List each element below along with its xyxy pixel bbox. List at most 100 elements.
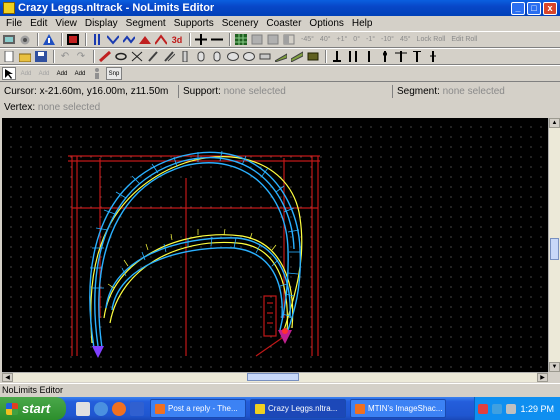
menu-supports[interactable]: Supports <box>170 18 218 29</box>
extrude-icon-2[interactable] <box>162 50 176 63</box>
add-support-button-4[interactable]: Add <box>72 67 88 80</box>
menu-view[interactable]: View <box>51 18 81 29</box>
bank-angle-0[interactable]: -45° <box>301 36 314 43</box>
track-hill-icon[interactable] <box>154 33 168 46</box>
half-square-icon[interactable] <box>282 33 296 46</box>
snap-button[interactable]: Snp <box>106 67 122 80</box>
menu-edit[interactable]: Edit <box>26 18 51 29</box>
undo-icon[interactable]: ↶ <box>58 50 72 63</box>
vertex-label: Vertex: <box>4 102 36 113</box>
scissors-icon[interactable] <box>130 50 144 63</box>
vertical-scrollbar[interactable]: ▲ ▼ <box>548 118 560 372</box>
extrude-icon[interactable] <box>146 50 160 63</box>
support-icon-2[interactable] <box>346 50 360 63</box>
new-icon[interactable] <box>2 50 16 63</box>
lock-roll-button[interactable]: Lock Roll <box>417 36 446 43</box>
ramp-icon-2[interactable] <box>290 50 304 63</box>
add-support-button-3[interactable]: Add <box>54 67 70 80</box>
grid-icon[interactable] <box>234 33 248 46</box>
select-cursor-icon[interactable] <box>2 67 16 80</box>
three-d-button[interactable]: 3d <box>170 33 184 46</box>
bank-angle-4[interactable]: -1° <box>366 36 375 43</box>
track-dip-icon[interactable] <box>106 33 120 46</box>
track-viewport[interactable] <box>2 118 548 372</box>
person-icon[interactable] <box>90 67 104 80</box>
security-icon[interactable] <box>478 403 489 414</box>
horizontal-scroll-thumb[interactable] <box>247 373 299 381</box>
triangle-icon[interactable] <box>42 33 56 46</box>
add-support-button-1[interactable]: Add <box>18 67 34 80</box>
track-drawing[interactable] <box>2 118 548 372</box>
support-icon-4[interactable] <box>378 50 392 63</box>
support-icon-7[interactable] <box>426 50 440 63</box>
column-icon[interactable] <box>178 50 192 63</box>
cylinder-icon[interactable] <box>194 50 208 63</box>
redo-icon[interactable]: ↷ <box>74 50 88 63</box>
nolimits-icon <box>255 403 265 414</box>
vertical-scroll-thumb[interactable] <box>550 238 559 260</box>
bank-angle-1[interactable]: 40° <box>320 36 331 43</box>
firefox-icon[interactable] <box>112 401 126 416</box>
track-straight-icon[interactable] <box>90 33 104 46</box>
scroll-up-arrow[interactable]: ▲ <box>549 118 560 128</box>
task-button-nolimits[interactable]: Crazy Leggs.nltra... <box>250 399 346 418</box>
show-desktop-icon[interactable] <box>130 401 144 416</box>
toolbar-mode: Add Add Add Add Snp <box>0 65 560 82</box>
square-icon[interactable] <box>250 33 264 46</box>
close-button[interactable]: x <box>543 1 557 15</box>
task-button-post-reply[interactable]: Post a reply - The... <box>150 399 246 418</box>
start-button[interactable]: start <box>0 397 66 420</box>
remove-node-icon[interactable] <box>210 33 224 46</box>
ramp-icon[interactable] <box>274 50 288 63</box>
bank-angle-2[interactable]: +1° <box>337 36 348 43</box>
task-button-imageshack[interactable]: MTIN's ImageShac... <box>350 399 446 418</box>
photo-icon[interactable] <box>2 33 16 46</box>
support-icon-6[interactable] <box>410 50 424 63</box>
support-status: Support: none selected <box>178 85 392 98</box>
support-icon-3[interactable] <box>362 50 376 63</box>
menu-display[interactable]: Display <box>81 18 122 29</box>
pencil-icon[interactable] <box>98 50 112 63</box>
save-icon[interactable] <box>34 50 48 63</box>
disc-icon-2[interactable] <box>242 50 256 63</box>
scroll-right-arrow[interactable]: ▶ <box>537 373 548 382</box>
square-icon-2[interactable] <box>266 33 280 46</box>
menu-coaster[interactable]: Coaster <box>262 18 305 29</box>
support-icon[interactable] <box>330 50 344 63</box>
link-icon[interactable] <box>114 50 128 63</box>
toolbar-separator <box>325 50 327 63</box>
help-icon[interactable] <box>76 401 90 416</box>
menu-help[interactable]: Help <box>348 18 377 29</box>
network-icon[interactable] <box>492 403 503 414</box>
menu-segment[interactable]: Segment <box>122 18 170 29</box>
internet-explorer-icon[interactable] <box>94 401 108 416</box>
menu-scenery[interactable]: Scenery <box>218 18 263 29</box>
track-wave-icon[interactable] <box>122 33 136 46</box>
scroll-down-arrow[interactable]: ▼ <box>549 362 560 372</box>
disc-icon[interactable] <box>226 50 240 63</box>
bank-angle-5[interactable]: -10° <box>381 36 394 43</box>
track-bank-icon[interactable] <box>138 33 152 46</box>
support-icon-5[interactable] <box>394 50 408 63</box>
minimize-button[interactable]: _ <box>511 1 525 15</box>
scroll-left-arrow[interactable]: ◀ <box>2 373 13 382</box>
menu-options[interactable]: Options <box>305 18 347 29</box>
menu-file[interactable]: File <box>2 18 26 29</box>
track-rails-blue <box>89 151 302 349</box>
add-support-button-2[interactable]: Add <box>36 67 52 80</box>
add-node-icon[interactable] <box>194 33 208 46</box>
beam-icon[interactable] <box>258 50 272 63</box>
block-icon[interactable] <box>306 50 320 63</box>
volume-icon[interactable] <box>506 403 517 414</box>
camera-icon[interactable] <box>18 33 32 46</box>
clock[interactable]: 1:29 PM <box>520 404 554 414</box>
toolbar-separator <box>53 50 55 63</box>
open-icon[interactable] <box>18 50 32 63</box>
maximize-button[interactable]: □ <box>527 1 541 15</box>
edit-roll-button[interactable]: Edit Roll <box>451 36 477 43</box>
horizontal-scrollbar[interactable]: ◀ ▶ <box>2 372 548 382</box>
record-icon[interactable] <box>66 33 80 46</box>
bank-angle-3[interactable]: 0° <box>353 36 360 43</box>
bank-angle-6[interactable]: 45° <box>400 36 411 43</box>
cylinder-icon-2[interactable] <box>210 50 224 63</box>
